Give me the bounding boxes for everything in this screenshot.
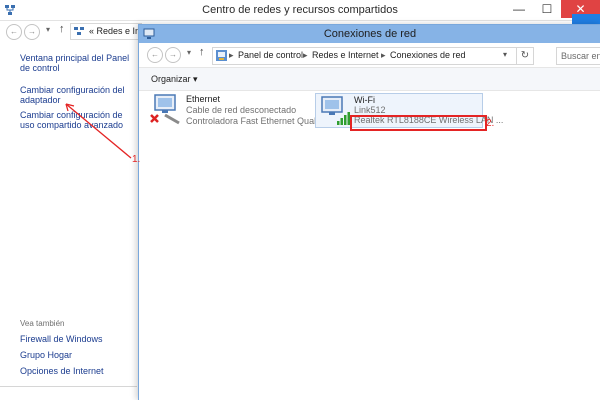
annotation-step-1: 1. bbox=[132, 154, 141, 165]
annotation-highlight-box bbox=[350, 115, 487, 131]
annotation-arrow bbox=[65, 103, 132, 159]
annotation-overlay bbox=[65, 103, 132, 159]
annotation-step-2: 2. bbox=[486, 118, 495, 129]
